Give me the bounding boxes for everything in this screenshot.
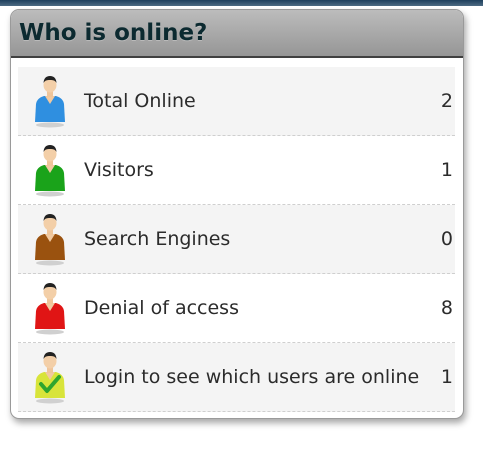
row-label: Login to see which users are online: [84, 366, 420, 388]
row-label: Total Online: [84, 90, 196, 112]
row-label: Denial of access: [84, 297, 239, 319]
top-edge-bar: [0, 0, 483, 6]
row-count: 1: [440, 366, 453, 388]
row-count: 0: [440, 228, 453, 250]
user-green-icon: [28, 143, 72, 197]
row-count: 1: [440, 159, 453, 181]
user-red-icon: [28, 281, 72, 335]
user-check-icon: [28, 350, 72, 404]
list-item-search-engines: Search Engines 0: [18, 205, 455, 274]
user-brown-icon: [28, 212, 72, 266]
widget-title: Who is online?: [19, 20, 208, 46]
online-stats-list: Total Online 2 Visitors 1 Search Engines…: [18, 67, 455, 412]
list-item-denial-of-access: Denial of access 8: [18, 274, 455, 343]
row-count: 2: [440, 90, 453, 112]
widget-header: Who is online?: [11, 10, 463, 58]
list-item-login-to-see-users: Login to see which users are online 1: [18, 343, 455, 412]
row-label: Visitors: [84, 159, 154, 181]
user-blue-icon: [28, 74, 72, 128]
who-is-online-widget: Who is online? Total Online 2 Visitors 1…: [10, 9, 464, 419]
row-count: 8: [440, 297, 453, 319]
list-item-visitors: Visitors 1: [18, 136, 455, 205]
list-item-total-online: Total Online 2: [18, 67, 455, 136]
row-label: Search Engines: [84, 228, 231, 250]
